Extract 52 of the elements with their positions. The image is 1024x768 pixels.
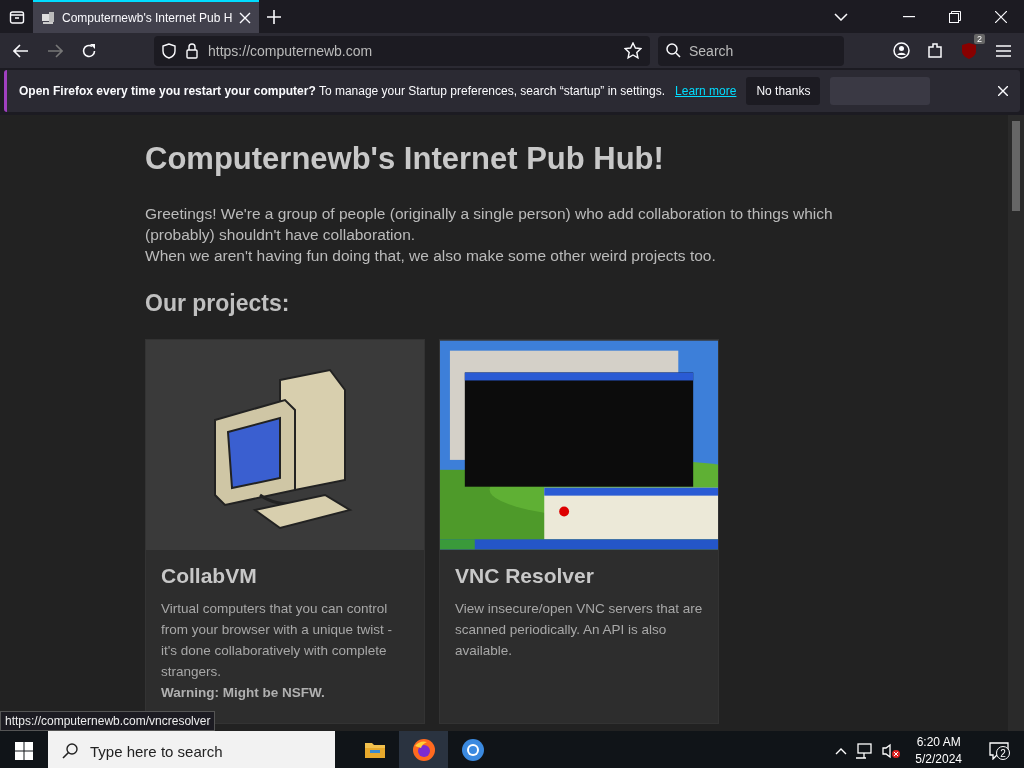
message-icon — [989, 742, 1009, 760]
clock[interactable]: 6:20 AM 5/2/2024 — [915, 734, 962, 768]
back-arrow-icon — [13, 43, 29, 58]
page-title: Computernewb's Internet Pub Hub! — [145, 141, 665, 177]
shield-extension-button[interactable]: 2 — [954, 35, 984, 66]
plus-icon — [267, 9, 282, 24]
notification-message: Open Firefox every time you restart your computer? To manage your Startup preferences, search “startup” in settings. — [19, 84, 666, 98]
close-icon[interactable] — [239, 11, 252, 24]
section-heading: Our projects: — [145, 290, 291, 317]
computer-icon — [41, 10, 55, 25]
card-warning: Warning: Might be NSFW. — [161, 684, 326, 702]
status-url: https://computernewb.com/vncresolver — [0, 711, 216, 731]
card-title: CollabVM — [161, 564, 258, 588]
intro-text: Greetings! We're a group of people (originally a single person) who add collaboration to things which (probably) shouldn't have collaboration. — [145, 204, 834, 245]
close-icon — [995, 10, 1007, 23]
forward-arrow-icon — [47, 43, 63, 58]
address-bar[interactable]: https://computernewb.com — [154, 35, 650, 66]
chevron-up-icon[interactable] — [835, 747, 848, 755]
taskbar-search-field[interactable]: Type here to search — [48, 731, 335, 768]
intro-text: When we aren't having fun doing that, we also make some other weird projects too. — [145, 246, 717, 266]
learn-more-link[interactable]: Learn more — [675, 84, 737, 98]
tab-list-icon — [9, 8, 25, 25]
scrollbar[interactable] — [1008, 115, 1024, 731]
lock-icon[interactable] — [186, 42, 198, 59]
minimize-icon — [903, 15, 915, 18]
account-icon — [892, 42, 910, 59]
reload-icon — [81, 42, 97, 59]
restore-icon — [949, 10, 961, 23]
search-icon — [62, 743, 78, 759]
card-description: View insecure/open VNC servers that are scanned periodically. An API is also available. — [455, 600, 703, 660]
search-icon — [666, 43, 681, 58]
network-icon[interactable] — [855, 743, 874, 759]
card-description: Virtual computers that you can control from your browser with a unique twist - it's done collaboratively with complete strangers. — [161, 600, 394, 681]
firefox-icon — [411, 738, 436, 762]
project-card[interactable]: VNC Resolver View insecure/open VNC servers that are scanned periodically. An API is also available. — [439, 339, 719, 724]
browser-tab[interactable]: Computernewb's Internet Pub H — [33, 0, 260, 33]
star-icon[interactable] — [624, 41, 642, 60]
folder-icon — [363, 741, 386, 759]
badge-count: 2 — [974, 33, 985, 44]
chevron-down-icon — [834, 12, 848, 21]
muted-volume-icon[interactable] — [881, 743, 902, 759]
puzzle-icon — [927, 42, 943, 59]
search-field[interactable]: Search — [658, 35, 844, 66]
close-icon[interactable] — [998, 86, 1008, 96]
shield-icon[interactable] — [162, 42, 176, 59]
notifications-button[interactable]: 2 — [984, 736, 1014, 766]
shield-icon — [961, 41, 977, 60]
card-title: VNC Resolver — [455, 564, 595, 588]
menu-icon — [995, 44, 1011, 57]
browser-icon — [460, 738, 485, 762]
windows-icon — [15, 742, 33, 760]
no-thanks-button[interactable]: No thanks — [746, 77, 821, 105]
